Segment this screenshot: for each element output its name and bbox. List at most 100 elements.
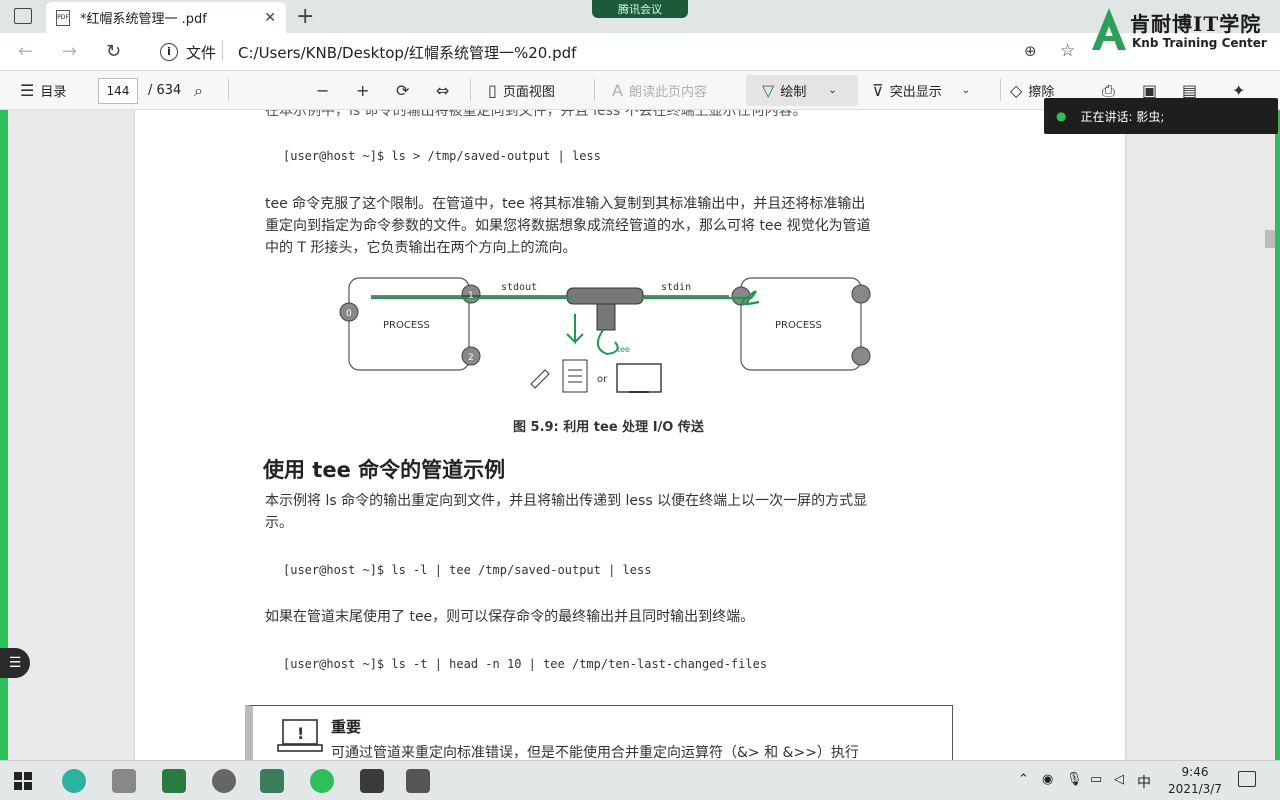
- zoom-icon[interactable]: ⊕: [1024, 42, 1037, 60]
- tray-app-icon[interactable]: ◉: [1042, 772, 1053, 787]
- app-icon[interactable]: [212, 769, 236, 793]
- page-view-label: 页面视图: [502, 85, 555, 100]
- section-heading: 使用 tee 命令的管道示例: [263, 458, 506, 482]
- search-button[interactable]: ⌕: [194, 71, 203, 110]
- microphone-icon[interactable]: 🎙: [1066, 772, 1083, 787]
- chevron-up-icon[interactable]: ⌃: [1018, 772, 1029, 787]
- pdf-viewport[interactable]: 在本示例中，ls 命令的输出将被重定向到文件，并且 less 不会在终端上显示任…: [0, 110, 1280, 760]
- highlighter-icon: ⊽: [872, 81, 884, 100]
- chevron-down-icon[interactable]: ⌄: [962, 85, 970, 96]
- divider: [1000, 79, 1001, 101]
- read-aloud-label: 朗读此页内容: [628, 85, 707, 100]
- code-example-1: [user@host ~]$ ls > /tmp/saved-output | …: [283, 149, 601, 163]
- figure-caption: 图 5.9: 利用 tee 处理 I/O 传送: [513, 420, 704, 435]
- address-bar: ← → ↻ i 文件 C:/Users/KNB/Desktop/红帽系统管理一%…: [0, 33, 1280, 71]
- page-view-button[interactable]: ▯ 页面视图: [488, 71, 555, 110]
- close-tab-icon[interactable]: ✕: [264, 10, 276, 26]
- svg-text:!: !: [297, 724, 304, 743]
- back-icon[interactable]: ←: [18, 41, 33, 62]
- read-aloud-button[interactable]: A 朗读此页内容: [612, 71, 707, 110]
- divider: [222, 41, 223, 61]
- app-icon[interactable]: [360, 769, 384, 793]
- favorite-icon[interactable]: ☆: [1060, 41, 1075, 61]
- page-number-input[interactable]: 144: [98, 78, 138, 104]
- note-body: 可通过管道来重定向标准错误，但是不能使用合并重定向运算符（&> 和 &>>）执行: [331, 745, 859, 760]
- windows-start-icon[interactable]: [14, 772, 32, 790]
- divider: [228, 79, 229, 101]
- ime-indicator[interactable]: 中: [1137, 772, 1151, 792]
- process-right-label: PROCESS: [775, 320, 822, 331]
- highlight-button[interactable]: ⊽ 突出显示 ⌄: [872, 71, 970, 110]
- system-clock[interactable]: 9:46 2021/3/7: [1160, 764, 1230, 798]
- or-label: or: [597, 374, 608, 385]
- meeting-label: 腾讯会议: [618, 3, 662, 16]
- code-example-2: [user@host ~]$ ls -l | tee /tmp/saved-ou…: [283, 563, 652, 577]
- zoom-out-button[interactable]: −: [316, 71, 329, 110]
- pencil-icon: [530, 369, 550, 389]
- new-tab-icon[interactable]: +: [296, 4, 314, 29]
- paragraph-line: 示。: [265, 515, 293, 531]
- draw-pen-icon: ▽: [762, 81, 775, 100]
- forward-icon[interactable]: →: [62, 41, 77, 62]
- taskbar: ⌃ ◉ 🎙 ▭ ◁ 中 9:46 2021/3/7: [0, 760, 1280, 800]
- paragraph-line: tee 命令克服了这个限制。在管道中，tee 将其标准输入复制到其标准输出中，并…: [265, 196, 866, 212]
- important-note: ! 重要 可通过管道来重定向标准错误，但是不能使用合并重定向运算符（&> 和 &…: [245, 705, 953, 760]
- tee-annotation: tee: [617, 345, 630, 354]
- side-menu-button[interactable]: ☰: [0, 648, 30, 678]
- list-icon: ☰: [20, 81, 35, 100]
- monitor-icon: [616, 363, 662, 393]
- tab-title: *红帽系统管理一 .pdf: [80, 12, 207, 27]
- paragraph-line: 本示例将 ls 命令的输出重定向到文件，并且将输出传递到 less 以便在终端上…: [265, 493, 868, 509]
- plus-icon: +: [356, 81, 370, 100]
- edge-browser-icon[interactable]: [62, 769, 86, 793]
- window-menu-icon[interactable]: [14, 8, 32, 24]
- zoom-in-button[interactable]: +: [356, 71, 369, 110]
- rotate-icon: ⟳: [396, 81, 410, 100]
- stdin-label: stdin: [661, 282, 691, 293]
- tee-diagram: stdout stdin PROCESS PROCESS 0 1 2 tee o…: [339, 277, 871, 393]
- volume-icon[interactable]: ◁: [1114, 772, 1124, 787]
- toc-label: 目录: [40, 85, 67, 100]
- tee-pipe: [566, 287, 644, 305]
- note-title: 重要: [331, 718, 362, 736]
- highlight-label: 突出显示: [889, 85, 942, 100]
- pdf-page: 在本示例中，ls 命令的输出将被重定向到文件，并且 less 不会在终端上显示任…: [135, 110, 1125, 760]
- browser-tab[interactable]: PDF *红帽系统管理一 .pdf ✕: [46, 2, 286, 33]
- scrollbar-thumb[interactable]: [1265, 230, 1275, 248]
- clock-date: 2021/3/7: [1168, 782, 1222, 796]
- search-icon: ⌕: [194, 80, 203, 100]
- fit-button[interactable]: ⇔: [436, 71, 449, 110]
- logo-title: 肯耐博IT学院: [1130, 12, 1262, 36]
- draw-label: 绘制: [780, 85, 807, 100]
- paragraph-line: 重定向到指定为命令参数的文件。如果您将数据想象成流经管道的水，那么可将 tee …: [265, 218, 871, 234]
- divider: [594, 79, 595, 101]
- process-left-label: PROCESS: [383, 320, 430, 331]
- code-example-3: [user@host ~]$ ls -t | head -n 10 | tee …: [283, 657, 768, 671]
- meeting-indicator[interactable]: 腾讯会议: [592, 0, 688, 18]
- refresh-icon[interactable]: ↻: [106, 41, 121, 62]
- draw-button[interactable]: ▽ 绘制 ⌄: [762, 71, 837, 110]
- address-scheme-label: 文件: [186, 44, 217, 62]
- toc-button[interactable]: ☰ 目录: [20, 71, 66, 110]
- word-icon[interactable]: [162, 769, 186, 793]
- fit-width-icon: ⇔: [436, 81, 450, 100]
- tee-pipe-branch: [596, 303, 616, 331]
- logo-subtitle: Knb Training Center: [1132, 36, 1267, 50]
- file-manager-icon[interactable]: [112, 769, 136, 793]
- fd1-right: [851, 284, 871, 304]
- rotate-button[interactable]: ⟳: [396, 71, 409, 110]
- app-icon[interactable]: [260, 769, 284, 793]
- notification-icon[interactable]: [1238, 771, 1256, 787]
- meeting-app-icon[interactable]: [310, 769, 334, 793]
- tab-strip: PDF *红帽系统管理一 .pdf ✕ + 腾讯会议: [0, 0, 1280, 33]
- paragraph-line: 如果在管道末尾使用了 tee，则可以保存命令的最终输出并且同时输出到终端。: [265, 609, 755, 625]
- info-icon[interactable]: i: [160, 43, 178, 61]
- app-icon[interactable]: [406, 769, 430, 793]
- chevron-down-icon[interactable]: ⌄: [828, 85, 836, 96]
- microphone-icon: ●: [1056, 109, 1067, 123]
- network-icon[interactable]: ▭: [1090, 772, 1102, 787]
- url-field[interactable]: C:/Users/KNB/Desktop/红帽系统管理一%20.pdf: [238, 42, 576, 63]
- laptop-warning-icon: !: [277, 719, 323, 752]
- minus-icon: −: [316, 81, 330, 100]
- fd2-label: 2: [468, 353, 474, 363]
